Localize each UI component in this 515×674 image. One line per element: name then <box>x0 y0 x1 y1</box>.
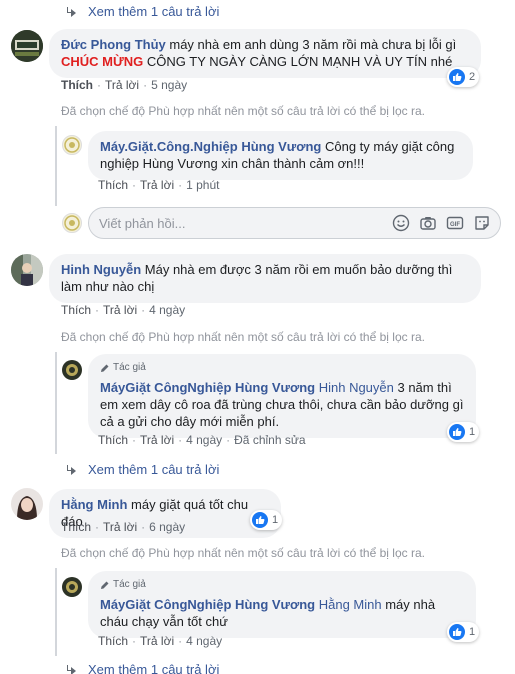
comment-actions: Thích · Trả lời · 5 ngày <box>61 78 188 92</box>
like-button[interactable]: Thích <box>61 303 91 317</box>
like-button[interactable]: Thích <box>98 634 128 648</box>
avatar[interactable] <box>11 488 43 520</box>
avatar-image <box>11 254 43 286</box>
avatar[interactable] <box>62 577 82 597</box>
comment-bubble: Đức Phong Thủy máy nhà em anh dùng 3 năm… <box>49 29 481 78</box>
like-reaction-icon <box>252 512 268 528</box>
camera-icon[interactable] <box>419 214 437 232</box>
see-more-replies-link[interactable]: Xem thêm 1 câu trả lời <box>64 662 219 674</box>
reply-author[interactable]: Máy.Giặt.Công.Nghiệp Hùng Vương <box>100 139 321 154</box>
comment-time[interactable]: 6 ngày <box>149 520 185 534</box>
like-reaction-icon <box>449 69 465 85</box>
reply-time[interactable]: 4 ngày <box>186 433 222 447</box>
reaction-count[interactable]: 2 <box>447 67 480 87</box>
like-button[interactable]: Thích <box>98 178 128 192</box>
like-reaction-icon <box>449 624 465 640</box>
like-button[interactable]: Thích <box>61 520 91 534</box>
reply-input[interactable]: Viết phản hồi... GIF <box>88 207 501 239</box>
avatar-image <box>64 215 80 231</box>
reply-author[interactable]: MáyGiặt CôngNghiệp Hùng Vương <box>100 597 315 612</box>
highlight-text: CHÚC MỪNG <box>61 54 144 69</box>
edited-label[interactable]: Đã chỉnh sửa <box>234 433 305 447</box>
reply-button[interactable]: Trả lời <box>140 433 174 447</box>
comment-actions: Thích · Trả lời · 4 ngày <box>61 303 186 317</box>
sticker-icon[interactable] <box>473 214 491 232</box>
filter-note: Đã chọn chế độ Phù hợp nhất nên một số c… <box>61 546 425 560</box>
reaction-count[interactable]: 1 <box>447 422 480 442</box>
reply-arrow-icon <box>64 6 78 17</box>
svg-text:GIF: GIF <box>450 222 460 228</box>
gif-icon[interactable]: GIF <box>446 214 464 232</box>
reply-author[interactable]: MáyGiặt CôngNghiệp Hùng Vương <box>100 380 315 395</box>
see-more-replies-link[interactable]: Xem thêm 1 câu trả lời <box>64 4 219 19</box>
reply-button[interactable]: Trả lời <box>140 634 174 648</box>
avatar-image <box>62 360 82 380</box>
reaction-count[interactable]: 1 <box>250 510 283 530</box>
avatar[interactable] <box>62 135 82 155</box>
author-tag: Tác giả <box>100 576 464 593</box>
thread-line <box>55 352 57 454</box>
like-button[interactable]: Thích <box>61 78 93 92</box>
reply-button[interactable]: Trả lời <box>105 78 139 92</box>
reply-placeholder: Viết phản hồi... <box>99 215 186 231</box>
comment-bubble: Hinh Nguyễn Máy nhà em được 3 năm rồi em… <box>49 254 481 303</box>
reply-bubble: Tác giả MáyGiặt CôngNghiệp Hùng Vương Hằ… <box>88 571 476 638</box>
reply-actions: Thích · Trả lời · 4 ngày <box>98 634 223 648</box>
avatar-image <box>11 488 43 520</box>
reply-time[interactable]: 1 phút <box>186 178 219 192</box>
mention[interactable]: Hằng Minh <box>319 597 382 612</box>
like-reaction-icon <box>449 424 465 440</box>
reply-button[interactable]: Trả lời <box>103 520 137 534</box>
reply-arrow-icon <box>64 464 78 475</box>
avatar[interactable] <box>62 360 82 380</box>
pencil-icon <box>101 581 109 589</box>
reply-button[interactable]: Trả lời <box>103 303 137 317</box>
comment-actions: Thích · Trả lời · 6 ngày <box>61 520 186 534</box>
comment-author[interactable]: Hinh Nguyễn <box>61 262 141 277</box>
reaction-count[interactable]: 1 <box>447 622 480 642</box>
thread-line <box>55 126 57 206</box>
comment-author[interactable]: Đức Phong Thủy <box>61 37 166 52</box>
reply-time[interactable]: 4 ngày <box>186 634 222 648</box>
comment-author[interactable]: Hằng Minh <box>61 497 127 512</box>
see-more-replies-link[interactable]: Xem thêm 1 câu trả lời <box>64 462 219 477</box>
avatar-image <box>64 137 80 153</box>
comment-time[interactable]: 4 ngày <box>149 303 185 317</box>
avatar[interactable] <box>11 254 43 286</box>
comment-time[interactable]: 5 ngày <box>151 78 187 92</box>
thread-line <box>55 568 57 656</box>
avatar-image <box>62 577 82 597</box>
filter-note: Đã chọn chế độ Phù hợp nhất nên một số c… <box>61 104 425 118</box>
pencil-icon <box>101 364 109 372</box>
reply-arrow-icon <box>64 664 78 674</box>
filter-note: Đã chọn chế độ Phù hợp nhất nên một số c… <box>61 330 425 344</box>
author-tag: Tác giả <box>100 359 464 376</box>
reply-bubble: Máy.Giặt.Công.Nghiệp Hùng Vương Công ty … <box>88 131 473 180</box>
mention[interactable]: Hinh Nguyễn <box>319 380 394 395</box>
reply-button[interactable]: Trả lời <box>140 178 174 192</box>
like-button[interactable]: Thích <box>98 433 128 447</box>
avatar-image <box>11 30 43 62</box>
avatar <box>62 213 82 233</box>
reply-actions: Thích · Trả lời · 1 phút <box>98 178 220 192</box>
avatar[interactable] <box>11 30 43 62</box>
reply-bubble: Tác giả MáyGiặt CôngNghiệp Hùng Vương Hi… <box>88 354 476 438</box>
reply-actions: Thích · Trả lời · 4 ngày · Đã chỉnh sửa <box>98 433 306 447</box>
emoji-icon[interactable] <box>392 214 410 232</box>
